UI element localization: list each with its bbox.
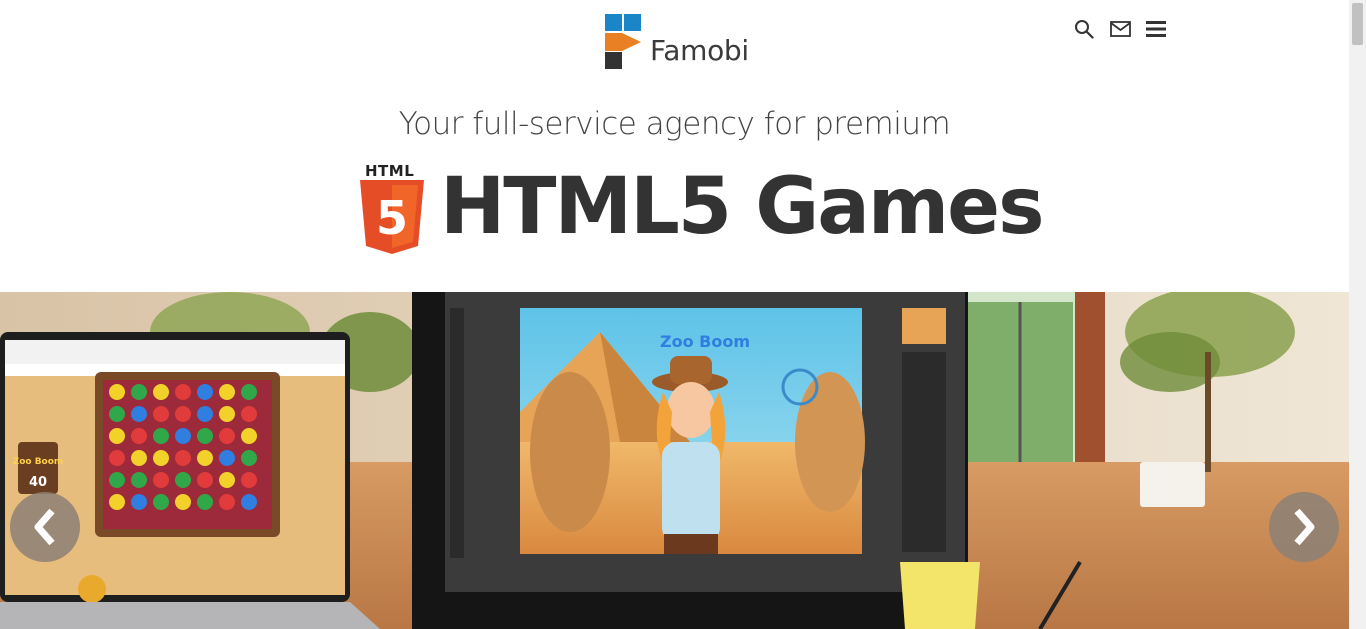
chevron-left-icon [34, 508, 55, 546]
headline: HTML 5 HTML5 Games [360, 160, 1044, 254]
brand-name: Famobi [650, 34, 749, 67]
header-icons [1073, 17, 1167, 41]
carousel-prev-button[interactable] [10, 492, 80, 562]
hero-slide-image: Zoo Boom 40 Zoo Boom [0, 292, 1349, 629]
menu-icon [1146, 21, 1166, 37]
contact-button[interactable] [1109, 17, 1131, 41]
page-scrollbar[interactable] [1349, 0, 1366, 629]
famobi-logo-mark-icon [605, 14, 641, 69]
mail-icon [1109, 21, 1131, 37]
search-icon [1075, 20, 1094, 39]
search-button[interactable] [1073, 17, 1095, 41]
hero-carousel: Zoo Boom 40 Zoo Boom [0, 292, 1349, 629]
html5-badge-word: HTML [365, 162, 415, 180]
carousel-next-button[interactable] [1269, 492, 1339, 562]
screen-game-title: Zoo Boom [660, 332, 750, 351]
chevron-right-icon [1294, 508, 1315, 546]
tagline: Your full-service agency for premium [398, 106, 951, 142]
famobi-logo[interactable]: Famobi [605, 11, 749, 69]
scrollbar-thumb[interactable] [1352, 3, 1363, 45]
site-header: Famobi [0, 0, 1349, 90]
html5-badge-digit: 5 [376, 191, 408, 245]
html5-shield-icon: 5 [360, 180, 424, 254]
headline-text: HTML5 Games [440, 162, 1044, 252]
menu-button[interactable] [1145, 17, 1167, 41]
html5-badge: HTML 5 [360, 160, 424, 254]
laptop-game-level: 40 [29, 475, 47, 490]
laptop-game-title: Zoo Boom [13, 457, 64, 467]
game-character [652, 356, 728, 554]
